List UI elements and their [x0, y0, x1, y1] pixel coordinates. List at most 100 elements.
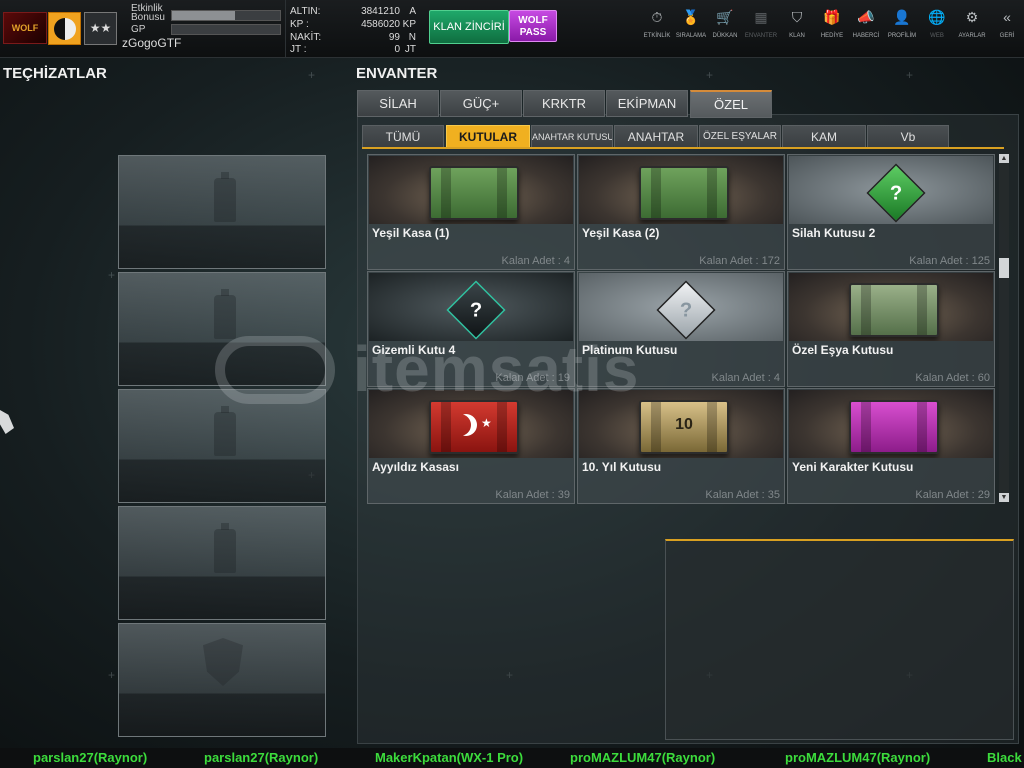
- subtab-underline: [362, 147, 1004, 149]
- subtab-label: ANAHTAR KUTUSU: [532, 132, 613, 142]
- menu-etkinlik[interactable]: ⏱ ETKİNLİK: [640, 8, 674, 48]
- menu-label: AYARLAR: [958, 33, 986, 39]
- scroll-up-button[interactable]: ▲: [999, 154, 1009, 163]
- shield-icon: [203, 638, 243, 686]
- item-count: Kalan Adet : 4: [711, 372, 781, 384]
- menu-label: SIRALAMA: [675, 33, 707, 39]
- tab-ekipman[interactable]: EKİPMAN: [606, 90, 688, 117]
- item-name: Gizemli Kutu 4: [372, 343, 456, 357]
- menu-geri[interactable]: « GERİ: [990, 8, 1024, 48]
- item-count: Kalan Adet : 39: [495, 489, 570, 501]
- tab-guc[interactable]: GÜÇ+: [440, 90, 522, 117]
- item-name: Silah Kutusu 2: [792, 226, 876, 240]
- decor-plus: +: [108, 668, 116, 682]
- item-name: Ayyıldız Kasası: [372, 460, 459, 474]
- megaphone-icon: 📣: [857, 9, 875, 25]
- ticker-entry: proMAZLUM47(Raynor): [785, 750, 931, 765]
- menu-dukkan[interactable]: 🛒 DÜKKAN: [708, 8, 742, 48]
- gift-icon: 🎁: [823, 9, 841, 25]
- item-image: ?: [789, 156, 993, 224]
- subtab-kam[interactable]: KAM: [782, 125, 866, 149]
- gold-crate-icon: 10: [639, 400, 729, 454]
- ticker-entry: proMAZLUM47(Raynor): [570, 750, 716, 765]
- item-count: Kalan Adet : 60: [915, 372, 990, 384]
- menu-web[interactable]: 🌐 WEB: [920, 8, 954, 48]
- wolf-pass-label-2: PASS: [519, 27, 547, 38]
- item-count: Kalan Adet : 172: [699, 255, 780, 267]
- item-name: Platinum Kutusu: [582, 343, 678, 357]
- menu-label: DÜKKAN: [712, 33, 738, 39]
- menu-haberci[interactable]: 📣 HABERCİ: [849, 8, 883, 48]
- yin-yang-emblem-icon: [48, 12, 81, 45]
- klan-chain-button[interactable]: KLAN ZİNCİRİ: [429, 10, 509, 44]
- clan-logo: WOLF: [3, 12, 47, 44]
- subtab-ozel-esyalar[interactable]: ÖZEL EŞYALAR: [699, 125, 781, 149]
- spray-can-icon: [214, 172, 236, 222]
- item-name: Yeşil Kasa (1): [372, 226, 450, 240]
- equipment-slot-2[interactable]: [118, 272, 326, 386]
- inventory-item-silah-kutusu-2[interactable]: ? Silah Kutusu 2 Kalan Adet : 125: [787, 154, 995, 270]
- tab-krktr[interactable]: KRKTR: [523, 90, 605, 117]
- item-count: Kalan Adet : 29: [915, 489, 990, 501]
- equipment-slot-1[interactable]: [118, 155, 326, 269]
- dark-mystery-cube-icon: ?: [446, 280, 506, 340]
- currency-unit: JT: [404, 44, 416, 55]
- wolf-pass-label-1: WOLF: [518, 15, 548, 26]
- menu-label: WEB: [930, 33, 944, 39]
- tab-silah[interactable]: SİLAH: [357, 90, 439, 117]
- subtab-label: KUTULAR: [459, 130, 517, 144]
- item-count: Kalan Adet : 4: [501, 255, 571, 267]
- menu-klan[interactable]: ⛉ KLAN: [780, 8, 814, 48]
- item-image: 10: [579, 390, 783, 458]
- turkish-flag-crate-icon: ★: [429, 400, 519, 454]
- back-icon: «: [1003, 9, 1011, 25]
- inventory-item-yeni-karakter-kutusu[interactable]: Yeni Karakter Kutusu Kalan Adet : 29: [787, 388, 995, 504]
- item-image: [579, 156, 783, 224]
- inventory-item-platinum-kutusu[interactable]: ? Platinum Kutusu Kalan Adet : 4: [577, 271, 785, 387]
- event-bonus-label: Etkinlik Bonusu: [131, 3, 165, 23]
- scroll-down-button[interactable]: ▼: [999, 493, 1009, 502]
- currency-unit: KP: [402, 19, 416, 30]
- ticker-entry: parslan27(Raynor): [33, 750, 148, 765]
- menu-hediye[interactable]: 🎁 HEDİYE: [815, 8, 849, 48]
- menu-ayarlar[interactable]: ⚙ AYARLAR: [955, 8, 989, 48]
- rank-badge: ★★: [84, 12, 117, 45]
- equipment-slot-5[interactable]: [118, 623, 326, 737]
- subtab-anahtar-kutusu[interactable]: ANAHTAR KUTUSU: [531, 125, 613, 149]
- equipment-slot-4[interactable]: [118, 506, 326, 620]
- subtab-kutular[interactable]: KUTULAR: [446, 125, 530, 149]
- menu-label: KLAN: [789, 33, 805, 39]
- currency-label: NAKİT:: [290, 32, 322, 43]
- scrollbar-thumb[interactable]: [999, 258, 1009, 278]
- wolf-pass-button[interactable]: WOLF PASS: [509, 10, 557, 42]
- gp-bar: [171, 24, 281, 35]
- inventory-item-gizemli-kutu-4[interactable]: ? Gizemli Kutu 4 Kalan Adet : 19: [367, 271, 575, 387]
- decor-plus: +: [108, 268, 116, 282]
- inventory-item-ayyildiz-kasasi[interactable]: ★ Ayyıldız Kasası Kalan Adet : 39: [367, 388, 575, 504]
- currency-value: 3841210: [361, 6, 400, 17]
- spray-can-icon: [214, 523, 236, 573]
- green-mystery-cube-icon: ?: [866, 163, 926, 223]
- tab-ozel[interactable]: ÖZEL: [690, 90, 772, 118]
- subtab-label: ÖZEL EŞYALAR: [703, 131, 777, 142]
- inventory-item-ozel-esya-kutusu[interactable]: Özel Eşya Kutusu Kalan Adet : 60: [787, 271, 995, 387]
- tab-label: GÜÇ+: [462, 96, 500, 111]
- mouse-cursor-icon: [0, 410, 14, 434]
- subtab-vb[interactable]: Vb: [867, 125, 949, 149]
- menu-profilim[interactable]: 👤 PROFİLİM: [885, 8, 919, 48]
- scrollbar-track[interactable]: [999, 163, 1009, 493]
- inventory-item-yesil-kasa-2[interactable]: Yeşil Kasa (2) Kalan Adet : 172: [577, 154, 785, 270]
- decor-plus: +: [308, 68, 316, 82]
- subtab-tumu[interactable]: TÜMÜ: [362, 125, 444, 149]
- equipment-slot-3[interactable]: [118, 389, 326, 503]
- inventory-item-yesil-kasa-1[interactable]: Yeşil Kasa (1) Kalan Adet : 4: [367, 154, 575, 270]
- inventory-item-10-yil-kutusu[interactable]: 10 10. Yıl Kutusu Kalan Adet : 35: [577, 388, 785, 504]
- spray-can-icon: [214, 289, 236, 339]
- crescent-icon: [455, 414, 477, 436]
- menu-siralama[interactable]: 🏅 SIRALAMA: [674, 8, 708, 48]
- menu-label: HABERCİ: [852, 33, 880, 39]
- menu-label: ENVANTER: [744, 33, 778, 39]
- menu-envanter[interactable]: ▦ ENVANTER: [744, 8, 778, 48]
- item-image: ?: [579, 273, 783, 341]
- subtab-anahtar[interactable]: ANAHTAR: [614, 125, 698, 149]
